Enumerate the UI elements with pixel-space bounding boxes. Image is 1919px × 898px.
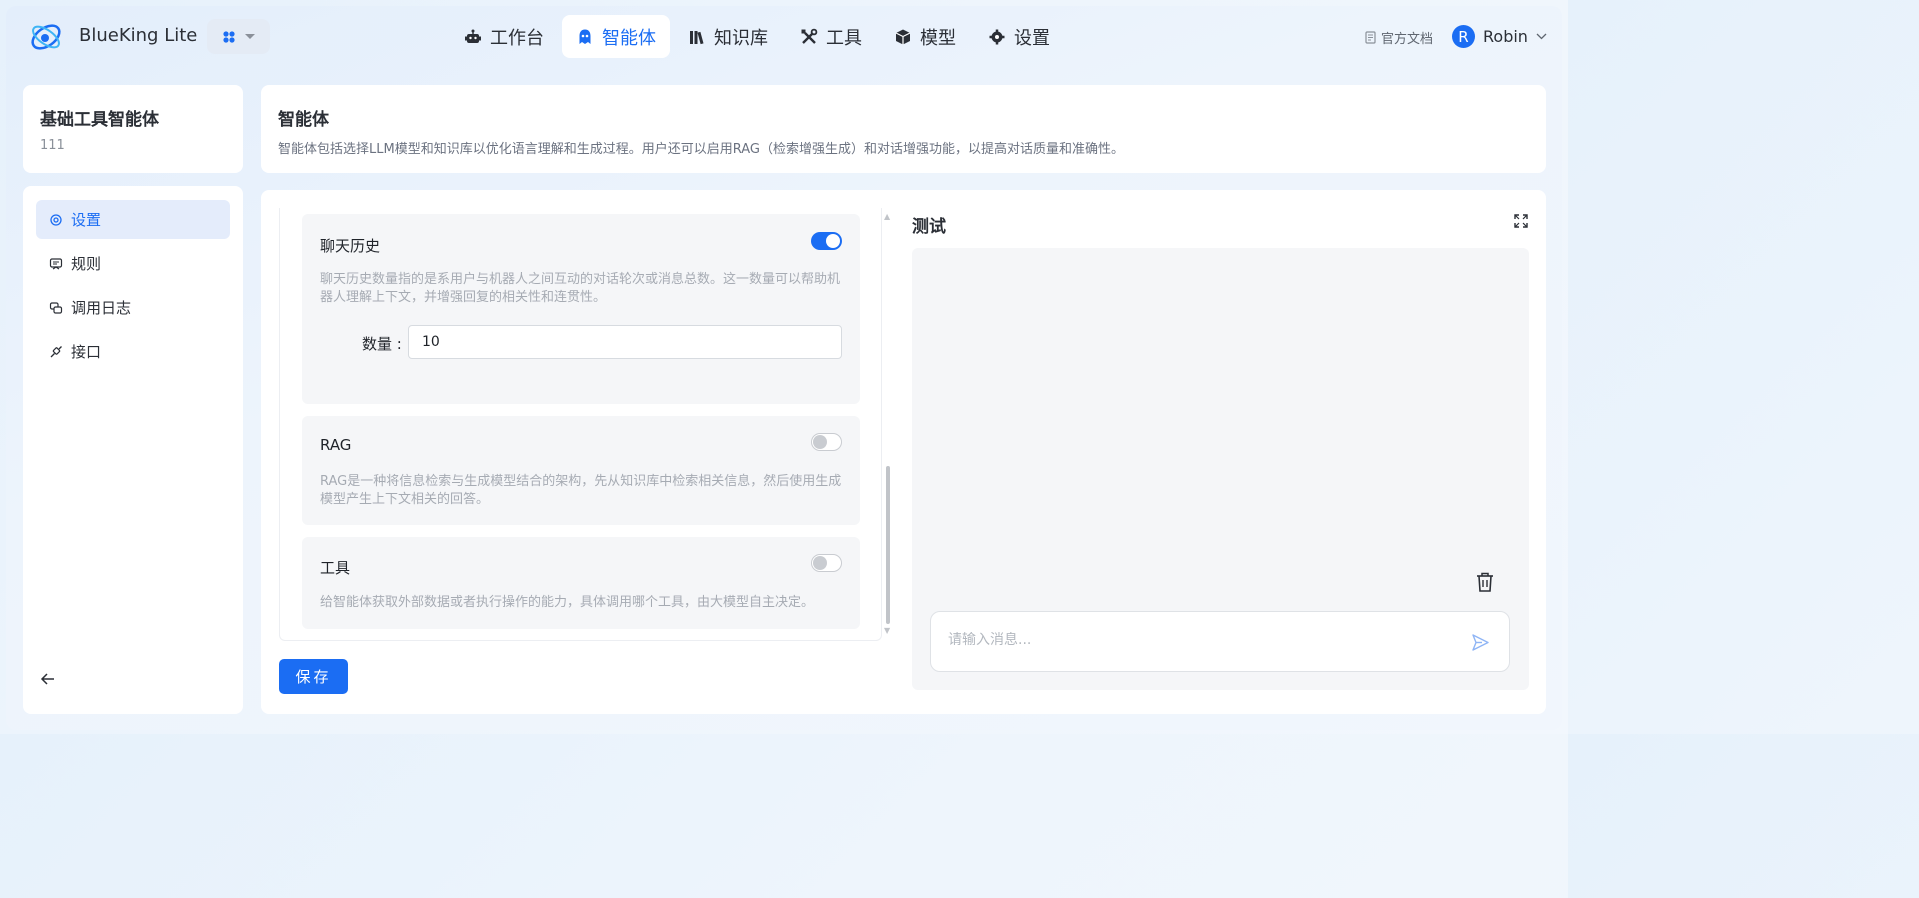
- sidebar-item-logs[interactable]: 调用日志: [36, 288, 230, 327]
- message-input[interactable]: [948, 632, 1448, 648]
- toggle-knob: [813, 435, 827, 449]
- chat-history-title: 聊天历史: [320, 237, 381, 255]
- app-switcher-button[interactable]: [207, 19, 270, 54]
- sidebar: 设置 规则 调用日志 接口: [23, 186, 243, 714]
- tools-title: 工具: [320, 559, 351, 577]
- fullscreen-icon[interactable]: [1514, 214, 1528, 228]
- apps-icon: [222, 30, 235, 43]
- nav-label: 工作台: [490, 27, 544, 49]
- sidebar-item-label: 设置: [71, 211, 102, 229]
- nav-settings[interactable]: 设置: [974, 15, 1064, 58]
- nav-label: 工具: [826, 27, 862, 49]
- rag-description: RAG是一种将信息检索与生成模型结合的架构，先从知识库中检索相关信息，然后使用生…: [320, 474, 842, 507]
- config-scroll-area: 聊天历史 聊天历史数量指的是系用户与机器人之间互动的对话轮次或消息总数。这一数量…: [279, 208, 882, 641]
- nav-knowledge[interactable]: 知识库: [674, 15, 782, 58]
- page-description: 智能体包括选择LLM模型和知识库以优化语言理解和生成过程。用户还可以启用RAG（…: [278, 142, 1124, 157]
- intro-card: 智能体 智能体包括选择LLM模型和知识库以优化语言理解和生成过程。用户还可以启用…: [261, 85, 1546, 173]
- nav-tools[interactable]: 工具: [786, 15, 876, 58]
- user-menu[interactable]: R Robin: [1452, 25, 1547, 48]
- chat-history-description: 聊天历史数量指的是系用户与机器人之间互动的对话轮次或消息总数。这一数量可以帮助机…: [320, 272, 841, 305]
- quantity-label: 数量 :: [362, 335, 402, 353]
- nav-label: 模型: [920, 27, 956, 49]
- test-chat-panel: [912, 248, 1529, 690]
- cube-icon: [895, 29, 911, 44]
- nav-label: 设置: [1014, 27, 1050, 49]
- rules-icon: [49, 257, 63, 269]
- tools-toggle[interactable]: [811, 554, 842, 572]
- chevron-down-icon: [1536, 33, 1547, 40]
- nav-label: 智能体: [602, 27, 656, 49]
- rag-section: RAG RAG是一种将信息检索与生成模型结合的架构，先从知识库中检索相关信息，然…: [302, 416, 860, 525]
- nav-label: 知识库: [714, 27, 768, 49]
- scroll-up-arrow[interactable]: ▲: [884, 213, 892, 221]
- gear-icon: [989, 29, 1005, 44]
- caret-down-icon: [244, 33, 255, 39]
- scrollbar-thumb[interactable]: [886, 466, 890, 624]
- robot-icon: [465, 29, 481, 43]
- blueking-logo-icon: [31, 24, 61, 50]
- rag-toggle[interactable]: [811, 433, 842, 451]
- docs-link[interactable]: 官方文档: [1365, 28, 1433, 47]
- agent-id: 111: [40, 138, 65, 153]
- sidebar-item-label: 规则: [71, 255, 102, 273]
- nav-models[interactable]: 模型: [880, 15, 970, 58]
- docs-label: 官方文档: [1381, 32, 1434, 47]
- ghost-icon: [579, 29, 591, 44]
- scroll-down-arrow[interactable]: ▼: [884, 627, 892, 635]
- tools-icon: [801, 28, 818, 44]
- sidebar-item-settings[interactable]: 设置: [36, 200, 230, 239]
- sidebar-item-api[interactable]: 接口: [36, 332, 230, 371]
- send-icon[interactable]: [1471, 633, 1490, 652]
- nav-workbench[interactable]: 工作台: [450, 15, 558, 58]
- chat-history-section: 聊天历史 聊天历史数量指的是系用户与机器人之间互动的对话轮次或消息总数。这一数量…: [302, 214, 860, 404]
- sidebar-item-label: 调用日志: [71, 299, 132, 317]
- api-icon: [50, 345, 62, 357]
- message-box: [930, 611, 1510, 672]
- chat-history-toggle[interactable]: [811, 232, 842, 250]
- brand-name: BlueKing Lite: [79, 25, 198, 46]
- top-header: BlueKing Lite 工作台 智能体 知识库 工具 模型 设置 官方文档 …: [0, 0, 1568, 74]
- sidebar-item-rules[interactable]: 规则: [36, 244, 230, 283]
- arrow-left-icon[interactable]: [40, 671, 56, 687]
- nav-agents[interactable]: 智能体: [562, 15, 670, 58]
- tools-section: 工具 给智能体获取外部数据或者执行操作的能力，具体调用哪个工具，由大模型自主决定…: [302, 537, 860, 629]
- settings-icon: [50, 213, 62, 226]
- quantity-input[interactable]: 10: [408, 325, 842, 359]
- sidebar-item-label: 接口: [71, 343, 102, 361]
- agent-name: 基础工具智能体: [40, 110, 159, 130]
- trash-icon[interactable]: [1475, 571, 1495, 593]
- toggle-knob: [813, 556, 827, 570]
- test-title: 测试: [912, 217, 946, 237]
- agent-info-card: 基础工具智能体 111: [23, 85, 243, 173]
- user-name: Robin: [1483, 27, 1528, 46]
- sidebar-menu: 设置 规则 调用日志 接口: [36, 200, 230, 376]
- main-nav: 工作台 智能体 知识库 工具 模型 设置: [450, 15, 1064, 58]
- rag-title: RAG: [320, 436, 352, 454]
- log-icon: [49, 301, 63, 314]
- page-title: 智能体: [278, 110, 329, 130]
- save-button[interactable]: 保存: [279, 659, 348, 694]
- books-icon: [690, 30, 704, 44]
- main-panel: 聊天历史 聊天历史数量指的是系用户与机器人之间互动的对话轮次或消息总数。这一数量…: [261, 190, 1546, 714]
- avatar: R: [1452, 25, 1475, 48]
- toggle-knob: [826, 234, 840, 248]
- tools-description: 给智能体获取外部数据或者执行操作的能力，具体调用哪个工具，由大模型自主决定。: [320, 595, 815, 610]
- document-icon: [1365, 31, 1376, 44]
